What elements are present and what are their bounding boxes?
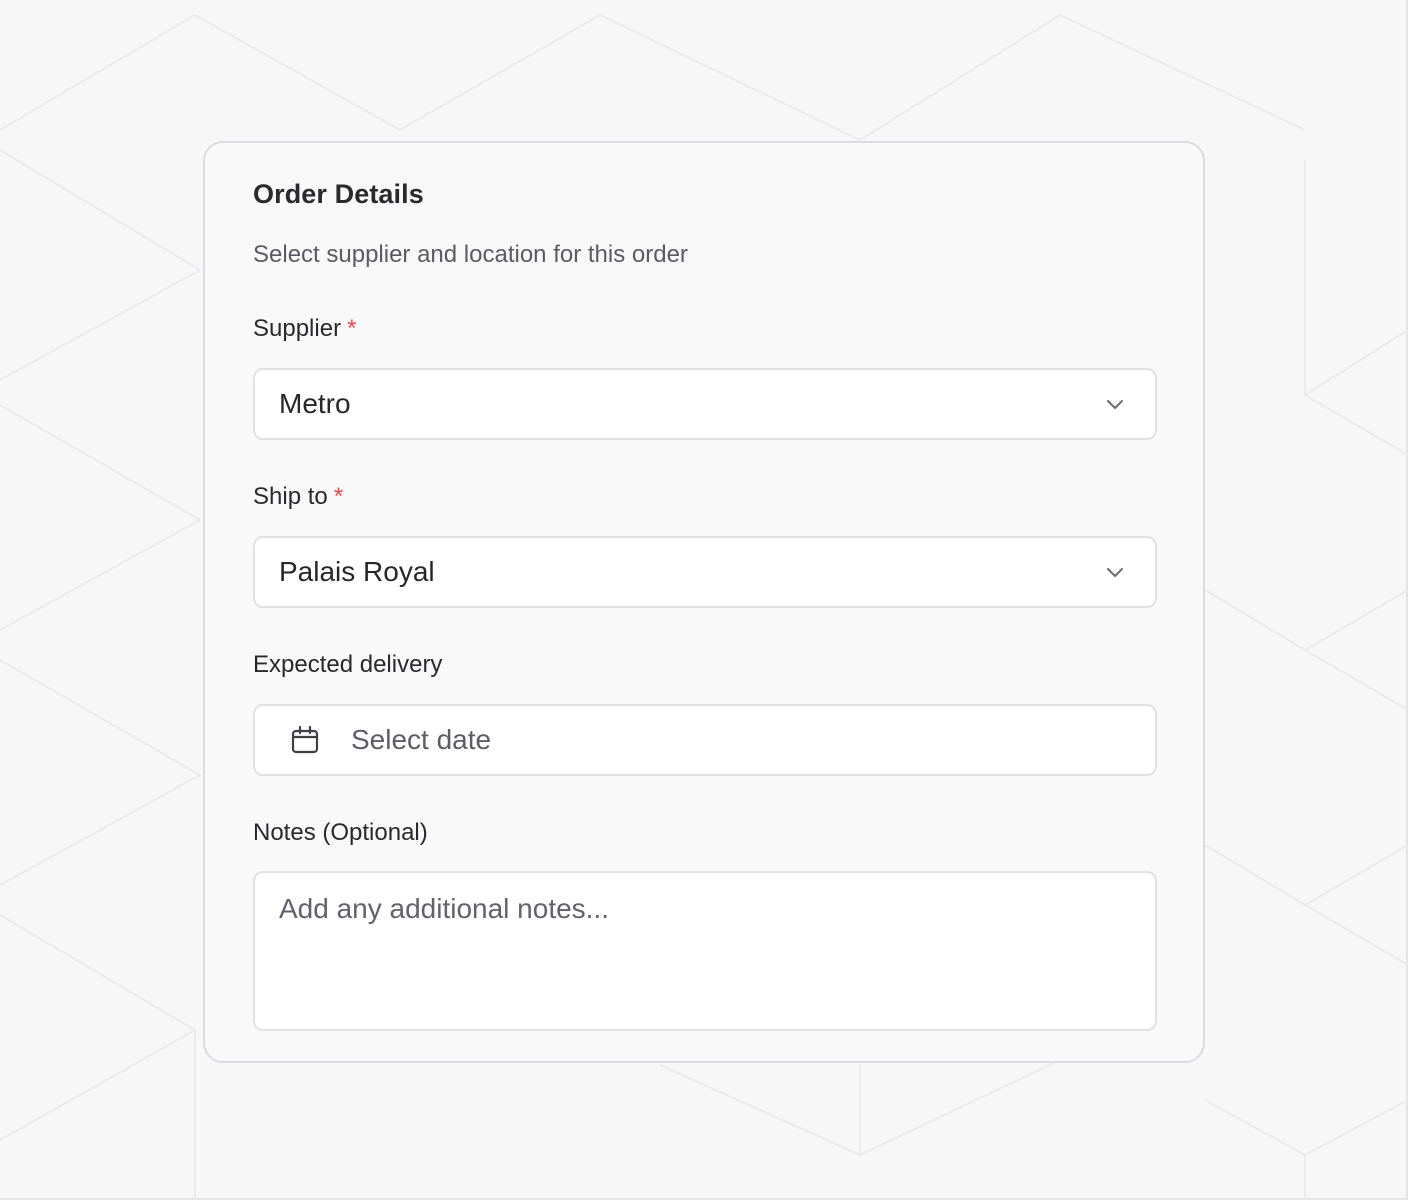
chevron-down-icon xyxy=(1107,400,1123,409)
ship-to-label-text: Ship to xyxy=(253,483,328,510)
chevron-down-icon xyxy=(1107,568,1123,577)
order-details-card: Order Details Select supplier and locati… xyxy=(203,141,1205,1063)
supplier-label: Supplier * xyxy=(253,315,356,343)
supplier-label-text: Supplier xyxy=(253,315,342,342)
notes-textarea[interactable] xyxy=(253,871,1157,1031)
ship-to-label: Ship to * xyxy=(253,483,343,511)
expected-delivery-date-picker[interactable]: Select date xyxy=(253,704,1157,776)
expected-delivery-label: Expected delivery xyxy=(253,651,443,678)
notes-label: Notes (Optional) xyxy=(253,819,428,846)
date-placeholder: Select date xyxy=(351,724,492,755)
supplier-select-value: Metro xyxy=(279,388,351,419)
card-subtitle: Select supplier and location for this or… xyxy=(253,241,688,268)
card-title: Order Details xyxy=(253,179,424,209)
required-marker: * xyxy=(333,483,344,510)
calendar-icon xyxy=(291,725,319,754)
required-marker: * xyxy=(347,315,357,342)
ship-to-select-value: Palais Royal xyxy=(279,556,435,587)
ship-to-select[interactable]: Palais Royal xyxy=(253,536,1157,608)
supplier-select[interactable]: Metro xyxy=(253,368,1157,440)
